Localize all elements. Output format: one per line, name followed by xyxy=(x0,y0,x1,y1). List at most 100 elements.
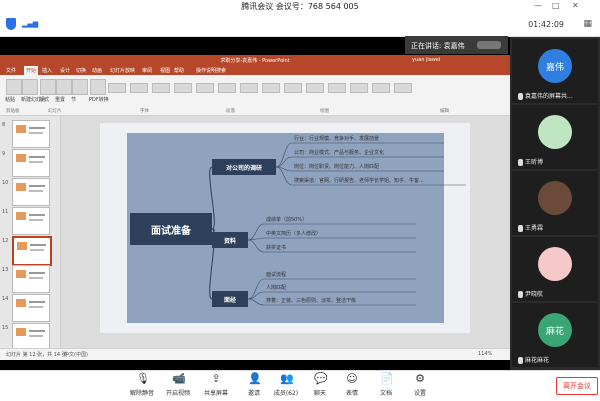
participant-tile[interactable]: 王昕博 xyxy=(512,105,598,169)
slide-workarea: 面试准备 对公司的调研 行业：行业规模、竞争对手、发展前景 公司：商业模式、产品与服务… xyxy=(61,116,510,348)
toolbar-button-2[interactable]: ⇪ 共享屏幕 xyxy=(198,373,234,398)
participant-name-text: 尹晓航 xyxy=(525,291,544,298)
toolbar-button-5[interactable]: 💬 聊天 xyxy=(302,373,338,398)
ribbon-button-5[interactable] xyxy=(90,79,106,95)
format-button[interactable] xyxy=(130,83,148,93)
ribbon-button-label: PDF转换 xyxy=(89,97,109,103)
slide-thumbnail[interactable] xyxy=(12,178,50,206)
slide-thumbnail[interactable] xyxy=(12,120,50,148)
toolbar-button-3[interactable]: 👤 邀请 xyxy=(236,373,272,398)
toolbar-button-4[interactable]: 👥 成员(62) xyxy=(268,372,304,398)
format-button[interactable] xyxy=(218,83,236,93)
participant-name-text: 袁嘉伟的屏幕共... xyxy=(525,93,573,100)
mic-muted-icon xyxy=(518,159,523,166)
mindmap-leaf: 获奖证书 xyxy=(266,245,287,251)
ribbon-tab-2[interactable]: 插入 xyxy=(42,67,52,74)
mindmap-leaf: 面试流程 xyxy=(266,272,287,278)
mindmap-leaf: 岗位：岗位职责、岗位能力、人岗匹配 xyxy=(294,164,380,170)
ribbon-button-2[interactable] xyxy=(40,79,56,95)
format-button[interactable] xyxy=(196,83,214,93)
ribbon-tab-8[interactable]: 视图 xyxy=(160,67,170,74)
thumb-line xyxy=(30,249,44,251)
format-button[interactable] xyxy=(262,83,280,93)
close-icon[interactable]: ✕ xyxy=(572,1,579,10)
ribbon-button-3[interactable] xyxy=(56,79,72,95)
ppt-user: yuan jiawei xyxy=(412,57,441,63)
thumb-image xyxy=(16,328,26,336)
ribbon-tab-3[interactable]: 设计 xyxy=(60,67,70,74)
participant-name-text: 麻花麻花 xyxy=(525,357,550,364)
participant-tile[interactable]: 麻花 麻花麻花 xyxy=(512,303,598,367)
participant-tile[interactable]: 王勇霖 xyxy=(512,171,598,235)
mic-icon: 🎙 xyxy=(136,372,150,385)
slide-thumbnail[interactable] xyxy=(12,323,50,351)
ribbon-button-4[interactable] xyxy=(72,79,88,95)
current-slide: 面试准备 对公司的调研 行业：行业规模、竞争对手、发展前景 公司：商业模式、产品与服务… xyxy=(100,123,470,333)
toolbar-label: 解除静音 xyxy=(129,390,154,397)
participant-avatar xyxy=(538,115,572,149)
ppt-ribbon-tabs: 文件 开始 插入 设计 切换 动画 幻灯片放映 审阅 视图 帮助 操作说明搜索 xyxy=(0,65,510,76)
thumb-line xyxy=(29,190,43,192)
mic-muted-icon xyxy=(518,291,523,298)
ribbon-tab-9[interactable]: 帮助 xyxy=(174,67,184,74)
status-zoom: 114% xyxy=(478,351,493,357)
ribbon-tab-10[interactable]: 操作说明搜索 xyxy=(196,67,226,74)
participant-name-text: 王昕博 xyxy=(525,159,544,166)
ribbon-tab-7[interactable]: 审阅 xyxy=(142,67,152,74)
participant-tile[interactable]: 嘉伟 袁嘉伟的屏幕共... xyxy=(512,39,598,103)
thumb-number: 11 xyxy=(2,209,9,215)
format-button[interactable] xyxy=(152,83,170,93)
toolbar-label: 开启视频 xyxy=(165,390,190,397)
slide-thumbnail[interactable] xyxy=(12,236,52,266)
thumb-line xyxy=(29,161,43,163)
ribbon-button-label: 版式 xyxy=(39,97,50,103)
format-button[interactable] xyxy=(240,83,258,93)
format-button[interactable] xyxy=(350,83,368,93)
slide-thumbnail[interactable] xyxy=(12,207,50,235)
ribbon-button-1[interactable] xyxy=(22,79,38,95)
video-icon: 📹 xyxy=(172,372,186,385)
ribbon-tab-4[interactable]: 切换 xyxy=(76,67,86,74)
thumb-number: 12 xyxy=(2,238,9,244)
maximize-icon[interactable]: □ xyxy=(552,1,560,10)
mindmap-branch-0: 对公司的调研 xyxy=(212,159,276,175)
thumb-image xyxy=(16,154,26,162)
format-button[interactable] xyxy=(108,83,126,93)
slide-thumbnail[interactable] xyxy=(12,149,50,177)
ribbon-tab-0[interactable]: 文件 xyxy=(6,67,16,74)
layout-grid-icon[interactable]: ▦ xyxy=(583,19,592,29)
ribbon-tab-5[interactable]: 动画 xyxy=(92,67,102,74)
toolbar-button-1[interactable]: 📹 开启视频 xyxy=(160,372,196,398)
ribbon-group-label: 绘图 xyxy=(320,109,329,114)
powerpoint-window: 求职分享-袁嘉伟 - PowerPoint yuan jiawei 文件 开始 插入… xyxy=(0,55,510,360)
slide-thumbnail-pane[interactable]: 8 9 10 11 12 13 14 15 xyxy=(0,116,61,351)
emoji-icon: ☺ xyxy=(346,372,358,385)
format-button[interactable] xyxy=(372,83,390,93)
toolbar-button-8[interactable]: ⚙ 设置 xyxy=(402,373,438,398)
participant-name: 王昕博 xyxy=(518,157,543,166)
thumb-line xyxy=(29,219,43,221)
thumb-number: 13 xyxy=(2,267,9,273)
toolbar-button-7[interactable]: 📄 文档 xyxy=(368,373,404,398)
toolbar-label: 成员(62) xyxy=(273,390,299,397)
minimize-icon[interactable]: — xyxy=(534,1,542,10)
toolbar-button-0[interactable]: 🎙 解除静音 xyxy=(124,372,160,398)
ribbon-button-0[interactable] xyxy=(6,79,22,95)
format-button[interactable] xyxy=(284,83,302,93)
security-shield-icon[interactable] xyxy=(6,18,16,30)
toolbar-button-6[interactable]: ☺ 表情 xyxy=(334,372,370,398)
speaking-indicator: 正在讲话: 袁嘉伟 xyxy=(405,36,508,54)
slide-thumbnail[interactable] xyxy=(12,294,50,322)
participant-panel: 嘉伟 袁嘉伟的屏幕共... 王昕博王勇霖尹晓航麻花 麻花麻花 xyxy=(510,37,600,370)
thumb-image xyxy=(16,212,26,220)
leave-meeting-button[interactable]: 离开会议 xyxy=(556,377,598,395)
thumb-line xyxy=(29,301,45,303)
ribbon-tab-6[interactable]: 幻灯片放映 xyxy=(110,67,135,74)
slide-thumbnail[interactable] xyxy=(12,265,50,293)
participant-tile[interactable]: 尹晓航 xyxy=(512,237,598,301)
format-button[interactable] xyxy=(174,83,192,93)
format-button[interactable] xyxy=(394,83,412,93)
members-icon: 👥 xyxy=(280,372,294,385)
format-button[interactable] xyxy=(328,83,346,93)
format-button[interactable] xyxy=(306,83,324,93)
